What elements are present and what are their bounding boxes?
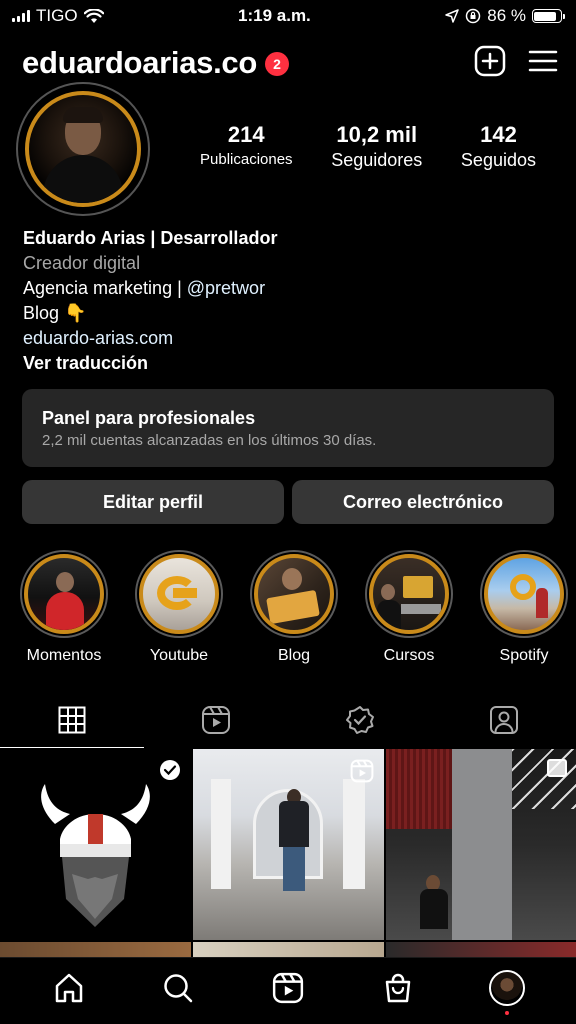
profile-username[interactable]: eduardoarias.co <box>22 45 257 81</box>
orientation-lock-icon <box>465 8 481 24</box>
highlight-label: Spotify <box>499 647 549 664</box>
tab-posts-grid[interactable] <box>0 692 144 748</box>
highlight-thumbnail <box>484 554 564 634</box>
home-icon <box>55 973 83 1003</box>
highlight-label: Momentos <box>26 647 102 664</box>
search-icon <box>164 974 193 1003</box>
following-count[interactable]: 142 Seguidos <box>461 122 536 172</box>
reel-indicator-icon <box>350 759 374 783</box>
story-highlights: Momentos Youtube Blog Cursos Spotify <box>0 550 576 666</box>
menu-button[interactable] <box>528 49 558 78</box>
highlight-youtube[interactable]: Youtube <box>134 550 224 666</box>
highlight-label: Youtube <box>149 647 209 664</box>
dashboard-title: Panel para profesionales <box>42 408 256 428</box>
posts-count-label: Publicaciones <box>200 151 293 168</box>
new-post-button[interactable] <box>474 45 506 82</box>
followers-count-label: Seguidores <box>331 150 423 170</box>
profile-bio: Eduardo Arias | Desarrollador Creador di… <box>23 226 277 376</box>
followers-count[interactable]: 10,2 mil Seguidores <box>331 122 422 172</box>
battery-icon <box>531 9 565 23</box>
cellular-signal-icon <box>12 10 30 22</box>
posts-count[interactable]: 214 Publicaciones <box>200 122 293 172</box>
grid-icon <box>58 706 86 734</box>
professional-dashboard[interactable]: Panel para profesionales 2,2 mil cuentas… <box>22 389 554 467</box>
tab-reels[interactable] <box>144 692 288 748</box>
notification-badge: 2 <box>264 52 289 76</box>
tabbar-reels[interactable] <box>258 963 318 1013</box>
followers-count-value: 10,2 mil <box>336 122 418 147</box>
profile-stats: 214 Publicaciones 10,2 mil Seguidores 14… <box>200 122 536 172</box>
tabbar-home[interactable] <box>39 963 99 1013</box>
tabbar-shop[interactable] <box>368 963 428 1013</box>
highlight-spotify[interactable]: Spotify <box>479 550 569 666</box>
profile-action-buttons: Editar perfil Correo electrónico <box>22 480 554 524</box>
post-thumbnail[interactable] <box>193 942 384 957</box>
tagged-check-icon <box>346 706 374 734</box>
highlight-thumbnail <box>139 554 219 634</box>
display-name: Eduardo Arias | Desarrollador <box>23 228 278 248</box>
posts-count-value: 214 <box>227 122 265 147</box>
content-tabs <box>0 692 576 748</box>
highlight-thumbnail <box>254 554 334 634</box>
tabbar-profile[interactable] <box>477 963 537 1015</box>
bottom-tab-bar <box>0 957 576 1024</box>
post-thumbnail[interactable] <box>0 749 191 940</box>
highlight-label: Cursos <box>383 647 435 664</box>
highlight-blog[interactable]: Blog <box>249 550 339 666</box>
bio-agency-text: Agencia marketing | <box>23 278 187 298</box>
post-thumbnail[interactable] <box>0 942 191 957</box>
plus-square-icon <box>474 45 506 76</box>
bio-mention-link[interactable]: @pretwor <box>187 278 265 298</box>
profile-header: eduardoarias.co 2 <box>22 40 558 86</box>
hamburger-menu-icon <box>528 50 558 71</box>
following-count-label: Seguidos <box>460 150 536 170</box>
activity-dot <box>505 1011 510 1015</box>
dashboard-subtitle: 2,2 mil cuentas alcanzadas en los último… <box>42 432 377 449</box>
following-count-value: 142 <box>480 122 517 147</box>
post-thumbnail[interactable] <box>386 942 576 957</box>
collab-check-icon <box>160 760 180 780</box>
post-thumbnail[interactable] <box>193 749 384 940</box>
posts-grid <box>0 749 576 957</box>
profile-category: Creador digital <box>23 253 141 273</box>
reels-icon <box>202 706 230 734</box>
post-thumbnail[interactable] <box>386 749 576 940</box>
profile-avatar-small <box>489 970 526 1006</box>
clock: 1:19 a.m. <box>238 6 311 25</box>
reels-icon <box>272 972 304 1004</box>
see-translation-link[interactable]: Ver traducción <box>23 351 277 376</box>
shop-icon <box>385 973 410 1003</box>
battery-percent: 86 % <box>487 6 526 25</box>
tab-collabs[interactable] <box>288 692 432 748</box>
highlight-thumbnail <box>24 554 104 634</box>
tab-tagged[interactable] <box>432 692 576 748</box>
website-link[interactable]: eduardo-arias.com <box>23 326 277 351</box>
highlight-momentos[interactable]: Momentos <box>19 550 109 666</box>
location-arrow-icon <box>445 9 459 23</box>
highlight-cursos[interactable]: Cursos <box>364 550 454 666</box>
highlight-label: Blog <box>277 647 311 664</box>
highlight-thumbnail <box>369 554 449 634</box>
tagged-person-icon <box>490 706 518 734</box>
email-button[interactable]: Correo electrónico <box>292 480 554 524</box>
profile-avatar[interactable] <box>16 82 150 216</box>
bio-line-blog: Blog 👇 <box>23 303 87 323</box>
wifi-icon <box>83 8 104 23</box>
edit-profile-button[interactable]: Editar perfil <box>22 480 284 524</box>
tabbar-search[interactable] <box>148 963 208 1013</box>
status-bar: TIGO 1:19 a.m. 86 % <box>0 0 576 32</box>
bio-line-agency: Agencia marketing | @pretwor <box>23 276 277 301</box>
carrier-name: TIGO <box>36 6 78 25</box>
